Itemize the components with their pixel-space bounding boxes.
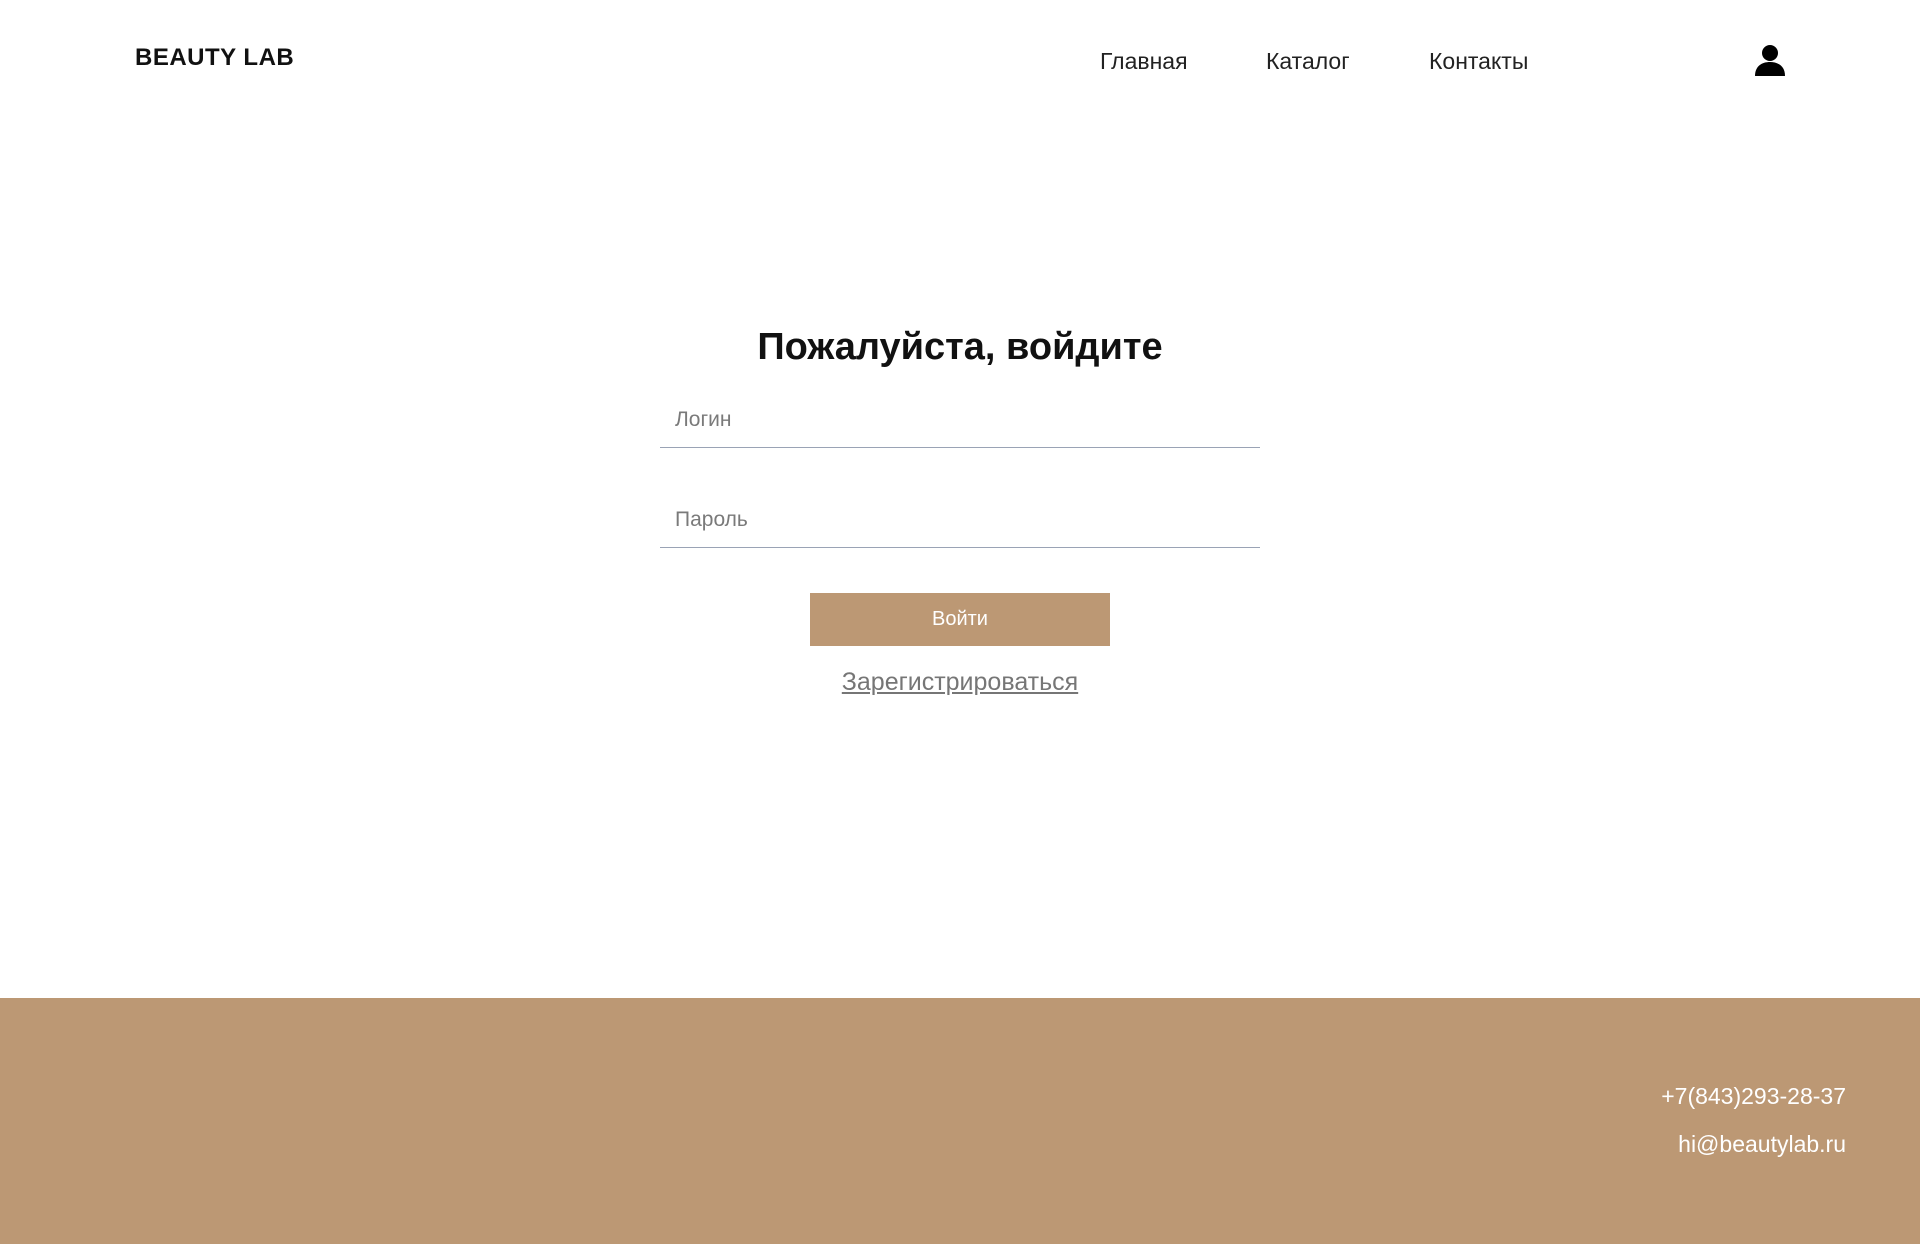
nav-link-catalog[interactable]: Каталог bbox=[1266, 48, 1350, 75]
footer-phone[interactable]: +7(843)293-28-37 bbox=[1661, 1083, 1846, 1110]
user-icon[interactable] bbox=[1754, 44, 1786, 76]
login-input[interactable] bbox=[660, 392, 1260, 448]
nav-link-contacts[interactable]: Контакты bbox=[1429, 48, 1528, 75]
password-input[interactable] bbox=[660, 492, 1260, 548]
site-header: BEAUTY LAB Главная Каталог Контакты bbox=[0, 0, 1920, 125]
login-button[interactable]: Войти bbox=[810, 593, 1110, 646]
register-link[interactable]: Зарегистрироваться bbox=[842, 668, 1078, 696]
register-link-wrapper: Зарегистрироваться bbox=[0, 668, 1920, 697]
site-footer: +7(843)293-28-37 hi@beautylab.ru bbox=[0, 998, 1920, 1244]
nav-link-home[interactable]: Главная bbox=[1100, 48, 1188, 75]
footer-email[interactable]: hi@beautylab.ru bbox=[1678, 1131, 1846, 1158]
logo[interactable]: BEAUTY LAB bbox=[135, 44, 294, 72]
page-title: Пожалуйста, войдите bbox=[757, 326, 1163, 369]
